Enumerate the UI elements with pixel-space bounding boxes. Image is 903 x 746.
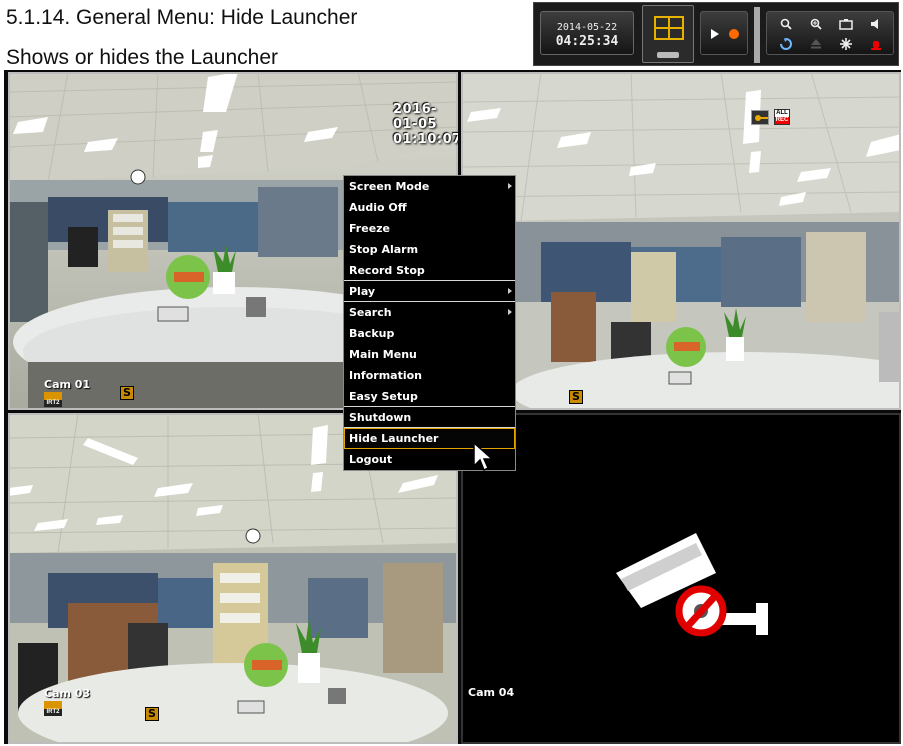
menu-item-information[interactable]: Information (344, 365, 515, 386)
camera-icon[interactable] (833, 15, 859, 33)
record-dot-icon[interactable] (729, 29, 739, 39)
menu-item-label: Record Stop (349, 264, 425, 277)
clock-time: 04:25:34 (555, 34, 619, 49)
section-subtitle: Shows or hides the Launcher (6, 46, 279, 69)
mouse-cursor-icon (473, 442, 494, 472)
playback-controls (700, 11, 748, 55)
menu-item-freeze[interactable]: Freeze (344, 218, 515, 239)
camera-2-status-badge: S (569, 390, 583, 404)
no-camera-icon (616, 533, 768, 637)
menu-item-label: Shutdown (349, 411, 412, 424)
camera-1-timestamp: 2016-01-05 01:10:07 (393, 102, 458, 147)
menu-item-easy-setup[interactable]: Easy Setup (344, 386, 515, 407)
menu-item-shutdown[interactable]: Shutdown (344, 407, 515, 428)
zoom-icon[interactable] (803, 15, 829, 33)
menu-item-label: Easy Setup (349, 390, 418, 403)
irt-badge: IRT2 (44, 701, 62, 716)
settings-icon[interactable] (833, 35, 859, 53)
layout-grid-icon (654, 16, 684, 40)
menu-item-audio-off[interactable]: Audio Off (344, 197, 515, 218)
submenu-arrow-icon (508, 288, 512, 294)
menu-item-label: Backup (349, 327, 395, 340)
camera-3-label: Cam 03 (44, 687, 91, 700)
menu-item-screen-mode[interactable]: Screen Mode (344, 176, 515, 197)
layout-button[interactable] (642, 5, 694, 63)
tool-buttons (766, 11, 894, 55)
alarm-icon[interactable] (863, 35, 889, 53)
clock-display: 2014-05-22 04:25:34 (540, 11, 634, 55)
ptz-icon[interactable] (773, 35, 799, 53)
camera-1-status-badge: S (120, 386, 134, 400)
search-icon[interactable] (773, 15, 799, 33)
camera-3-status-badge: S (145, 707, 159, 721)
menu-item-record-stop[interactable]: Record Stop (344, 260, 515, 281)
menu-item-search[interactable]: Search (344, 302, 515, 323)
menu-item-main-menu[interactable]: Main Menu (344, 344, 515, 365)
camera-view-4[interactable]: Cam 04 (461, 413, 901, 744)
menu-item-label: Logout (349, 453, 393, 466)
submenu-arrow-icon (508, 183, 512, 189)
eject-icon[interactable] (803, 35, 829, 53)
clock-date: 2014-05-22 (556, 22, 618, 33)
menu-item-stop-alarm[interactable]: Stop Alarm (344, 239, 515, 260)
menu-item-label: Freeze (349, 222, 391, 235)
menu-item-label: Audio Off (349, 201, 407, 214)
camera-4-label: Cam 04 (468, 686, 515, 699)
menu-item-label: Main Menu (349, 348, 417, 361)
section-title: 5.1.14. General Menu: Hide Launcher (6, 6, 358, 29)
play-icon[interactable] (711, 29, 719, 39)
layout-tab-icon (657, 52, 679, 58)
camera-1-label: Cam 01 (44, 378, 91, 391)
menu-item-label: Screen Mode (349, 180, 430, 193)
camera-2-image (461, 72, 901, 410)
context-menu: Screen Mode Audio Off Freeze Stop Alarm Reco… (343, 175, 516, 471)
menu-item-label: Search (349, 306, 392, 319)
camera-view-2[interactable]: ALL REC S (461, 72, 901, 410)
menu-item-label: Information (349, 369, 422, 382)
key-icon (751, 110, 769, 125)
doc-heading: 5.1.14. General Menu: Hide Launcher Show… (6, 4, 357, 72)
submenu-arrow-icon (508, 309, 512, 315)
menu-item-label: Play (349, 285, 376, 298)
menu-item-backup[interactable]: Backup (344, 323, 515, 344)
record-all-badge: ALL REC (774, 109, 790, 125)
launcher-separator (754, 7, 760, 63)
launcher-bar: 2014-05-22 04:25:34 (533, 2, 899, 66)
menu-item-label: Hide Launcher (349, 432, 439, 445)
menu-item-label: Stop Alarm (349, 243, 419, 256)
volume-icon[interactable] (863, 15, 889, 33)
menu-item-play[interactable]: Play (344, 281, 515, 302)
irt-badge: IRT2 (44, 392, 62, 407)
